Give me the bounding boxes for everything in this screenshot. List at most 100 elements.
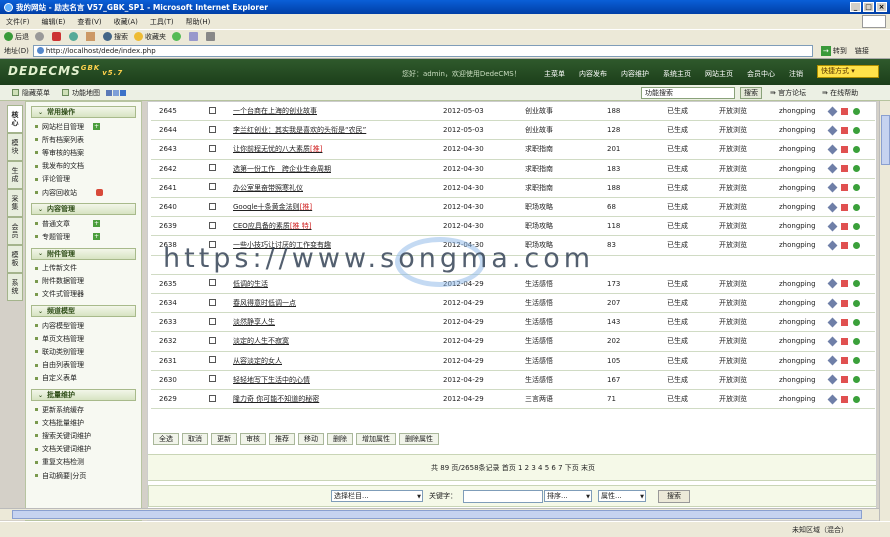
row-checkbox[interactable] [209,336,227,346]
attribute-icon[interactable] [827,298,838,309]
article-title-link[interactable]: 选第一份工作 跨企业生命周期 [227,164,437,174]
checkbox-box[interactable] [209,183,216,191]
preview-icon[interactable] [853,145,860,153]
category-select[interactable]: 选择栏目... [331,490,423,502]
article-title-link[interactable]: 李兰红创业：其实我是喜欢的头衔是“农民” [227,125,437,135]
group-common[interactable]: ⌄ 常用操作 [31,106,136,118]
group-content[interactable]: ⌄ 内容管理 [31,203,136,216]
online-help-link[interactable]: ⇛ 在线帮助 [822,88,858,98]
menu-edit[interactable]: 编辑(E) [42,17,66,27]
article-category[interactable]: 创业故事 [517,125,587,135]
row-checkbox[interactable] [209,356,227,365]
list-search-button[interactable]: 搜索 [658,489,690,503]
row-checkbox[interactable] [209,279,227,288]
edit-icon[interactable] [841,241,848,249]
refresh-button[interactable] [69,32,80,41]
go-button[interactable]: → 转到 [820,45,847,56]
checkbox-box[interactable] [209,279,216,287]
preview-icon[interactable] [853,222,860,230]
skin-selector[interactable] [106,89,126,96]
article-title-link[interactable]: Google十条黄金法则[推] [227,202,437,212]
favorites-button[interactable]: 收藏夹 [134,32,166,42]
article-category[interactable]: 三言两语 [517,394,587,404]
sidebar-item-file-manager[interactable]: 文件式管理器 [26,288,141,301]
back-button[interactable]: 后退 [4,32,29,42]
article-title-link[interactable]: 轻轻地写下生活中的心情 [227,375,437,385]
attribute-icon[interactable] [827,202,838,213]
checkbox-box[interactable] [209,164,216,172]
checkbox-box[interactable] [209,125,216,133]
article-title-link[interactable]: 隆力奇 你可能不知道的秘密 [227,394,437,404]
checkbox-box[interactable] [209,202,216,210]
sidebar-item-search-keywords[interactable]: 搜索关键词维护 [26,429,141,442]
row-checkbox[interactable] [209,106,227,116]
preview-icon[interactable] [853,184,860,192]
horizontal-scroll-thumb[interactable] [12,510,862,519]
nav-main-menu[interactable]: 主菜单 [544,69,565,79]
attribute-icon[interactable] [827,394,838,405]
group-channel-model[interactable]: ⌄ 频道模型 [31,305,136,318]
edit-icon[interactable] [841,222,848,230]
links-button[interactable]: 链接 [855,46,869,56]
edit-icon[interactable] [841,395,848,403]
attribute-icon[interactable] [827,240,838,251]
group-batch[interactable]: ⌄ 批量维护 [31,389,136,401]
attribute-icon[interactable] [827,221,838,232]
attribute-icon[interactable] [827,163,838,174]
menu-tools[interactable]: 工具(T) [150,17,174,27]
article-title-link[interactable]: 从容淡定的女人 [227,356,437,366]
skin-darkblue-swatch[interactable] [120,89,126,96]
row-checkbox[interactable] [209,125,227,135]
function-search-button[interactable]: 搜索 [740,87,762,99]
article-category[interactable]: 职场攻略 [517,202,587,212]
row-checkbox[interactable] [209,144,227,154]
maximize-button[interactable]: □ [863,2,874,12]
edit-icon[interactable] [841,376,848,384]
select-all-button[interactable]: 全选 [153,433,179,445]
article-category[interactable]: 求职指南 [517,164,587,174]
search-button[interactable]: 搜索 [103,32,128,42]
checkbox-box[interactable] [209,336,216,344]
function-search-input[interactable]: 功能搜索 [641,87,735,99]
attribute-icon[interactable] [827,374,838,385]
close-button[interactable]: × [876,2,887,12]
sidebar-item-linkage[interactable]: 联动类别管理 [26,345,141,358]
preview-icon[interactable] [853,318,860,326]
address-input[interactable]: http://localhost/dede/index.php [32,44,813,57]
sidebar-item-free-list[interactable]: 自由列表管理 [26,359,141,372]
row-checkbox[interactable] [209,394,227,404]
sidebar-item-summary[interactable]: 自动摘要|分页 [26,469,141,482]
checkbox-box[interactable] [209,221,216,229]
remove-attr-button[interactable]: 删除属性 [399,433,439,445]
row-checkbox[interactable] [209,202,227,212]
edit-icon[interactable] [841,107,848,115]
add-attr-button[interactable]: 增加属性 [356,433,396,445]
attribute-icon[interactable] [827,355,838,366]
forward-button[interactable] [35,32,46,41]
edit-icon[interactable] [841,280,848,288]
nav-publish[interactable]: 内容发布 [579,69,607,79]
checkbox-box[interactable] [209,375,216,383]
preview-icon[interactable] [853,376,860,384]
keyword-input[interactable] [463,489,543,503]
checkbox-box[interactable] [209,394,216,402]
article-title-link[interactable]: 淡定的人生不寂寞 [227,336,437,346]
preview-icon[interactable] [853,337,860,345]
vtab-member[interactable]: 会员 [7,217,23,245]
move-button[interactable]: 移动 [298,433,324,445]
vtab-core[interactable]: 核心 [7,105,23,133]
skin-lightblue-swatch[interactable] [113,89,119,96]
add-icon[interactable]: + [93,233,100,241]
sort-select[interactable]: 排序... [544,490,592,502]
edit-icon[interactable] [841,126,848,134]
menu-file[interactable]: 文件(F) [6,17,30,27]
sitemap-link[interactable]: 功能地图 [62,88,100,98]
article-category[interactable]: 生活感悟 [517,298,587,308]
sidebar-item-single-page[interactable]: 单页文档管理 [26,332,141,345]
preview-icon[interactable] [853,203,860,211]
preview-icon[interactable] [853,241,860,249]
article-category[interactable]: 生活感悟 [517,279,587,289]
quick-menu-button[interactable]: 快捷方式 ▾ [817,65,879,78]
attribute-select[interactable]: 属性... [598,490,646,502]
vtab-generate[interactable]: 生成 [7,161,23,189]
